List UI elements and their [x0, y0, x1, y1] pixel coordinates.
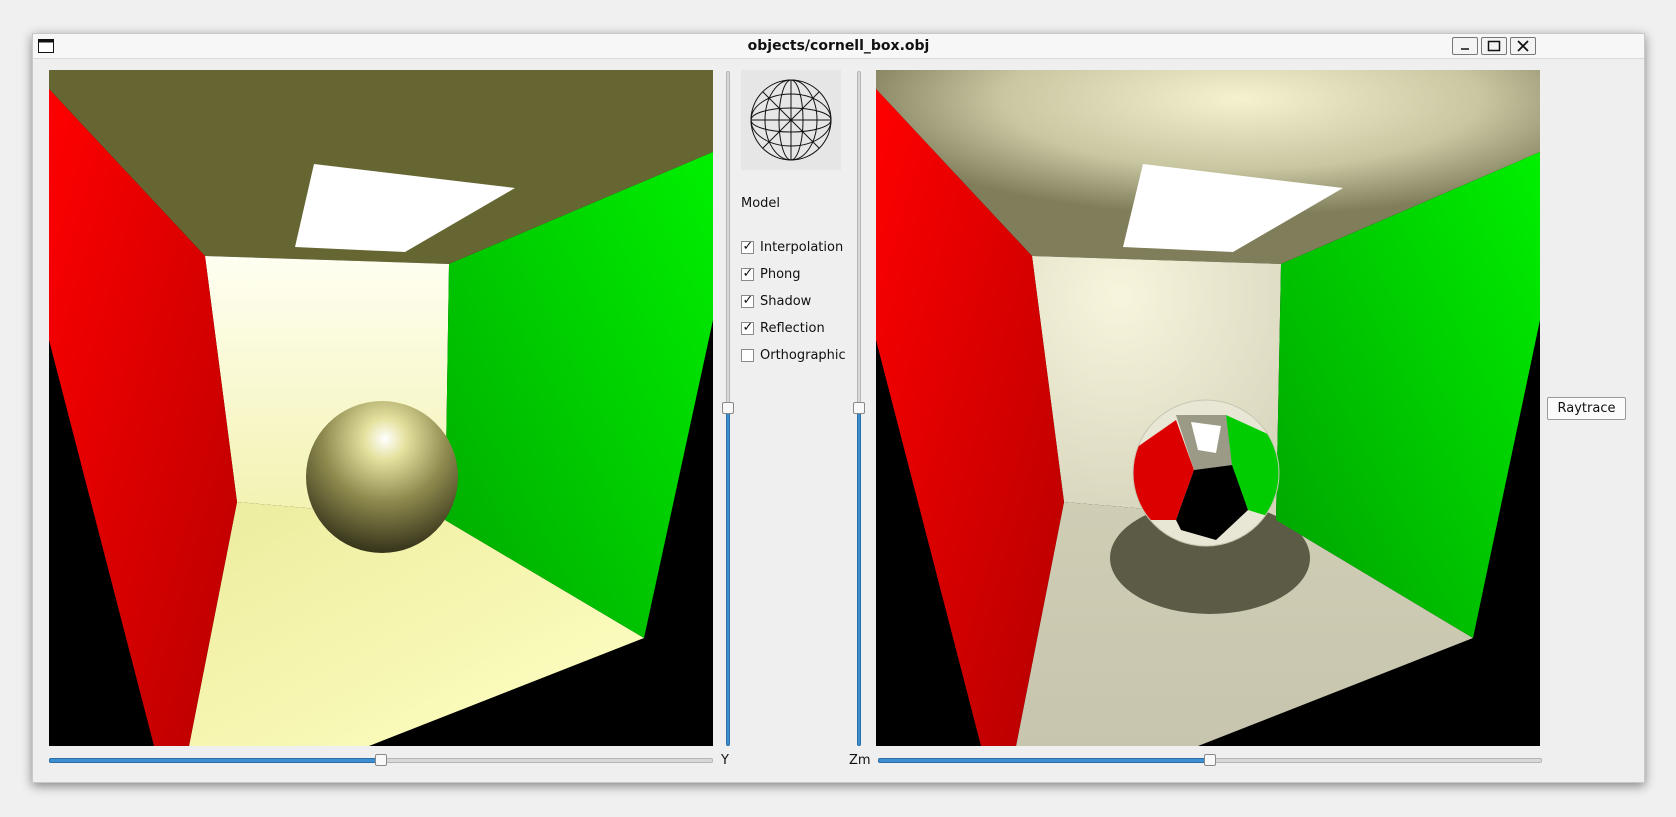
orthographic-checkbox[interactable]	[741, 349, 754, 362]
window-title: objects/cornell_box.obj	[747, 38, 930, 54]
slider-handle[interactable]	[722, 402, 734, 414]
check-icon: ✓	[742, 293, 754, 308]
raytrace-render	[876, 70, 1540, 746]
minimize-icon	[1461, 48, 1469, 50]
left-vertical-slider[interactable]	[722, 71, 734, 746]
maximize-icon	[1487, 40, 1501, 52]
check-icon: ✓	[742, 266, 754, 281]
right-vertical-slider[interactable]	[853, 71, 865, 746]
orthographic-label: Orthographic	[760, 348, 846, 363]
slider-handle[interactable]	[375, 754, 387, 766]
raytrace-viewport[interactable]	[876, 70, 1540, 746]
minimize-button[interactable]	[1452, 37, 1478, 55]
shadow-checkbox[interactable]: ✓	[741, 293, 754, 308]
phong-checkbox[interactable]: ✓	[741, 266, 754, 281]
model-preview	[741, 70, 841, 170]
interpolation-label: Interpolation	[760, 240, 844, 255]
slider-fill	[878, 758, 1210, 763]
slider-fill	[857, 408, 861, 746]
shadow-label: Shadow	[760, 294, 812, 309]
wireframe-sphere-icon	[750, 79, 832, 161]
maximize-button[interactable]	[1481, 37, 1507, 55]
check-icon: ✓	[742, 239, 754, 254]
reflection-label: Reflection	[760, 321, 825, 336]
y-slider[interactable]	[49, 754, 713, 766]
opengl-viewport[interactable]	[49, 70, 713, 746]
opengl-render	[49, 70, 713, 746]
zm-slider-label: Zm	[849, 753, 871, 768]
slider-fill	[49, 758, 381, 763]
model-label: Model	[741, 196, 781, 211]
reflection-checkbox[interactable]: ✓	[741, 320, 754, 335]
check-icon: ✓	[742, 320, 754, 335]
slider-handle[interactable]	[853, 402, 865, 414]
zm-slider[interactable]	[878, 754, 1542, 766]
title-bar[interactable]: objects/cornell_box.obj	[33, 34, 1644, 59]
interpolation-checkbox[interactable]: ✓	[741, 239, 754, 254]
slider-fill	[726, 408, 730, 746]
app-window: objects/cornell_box.obj Model ✓ Interpol…	[32, 33, 1645, 783]
phong-label: Phong	[760, 267, 801, 282]
slider-handle[interactable]	[1204, 754, 1216, 766]
y-slider-label: Y	[721, 753, 729, 768]
sphere	[306, 401, 458, 553]
close-button[interactable]	[1510, 37, 1536, 55]
raytrace-button[interactable]: Raytrace	[1547, 397, 1626, 420]
close-icon	[1517, 40, 1529, 52]
